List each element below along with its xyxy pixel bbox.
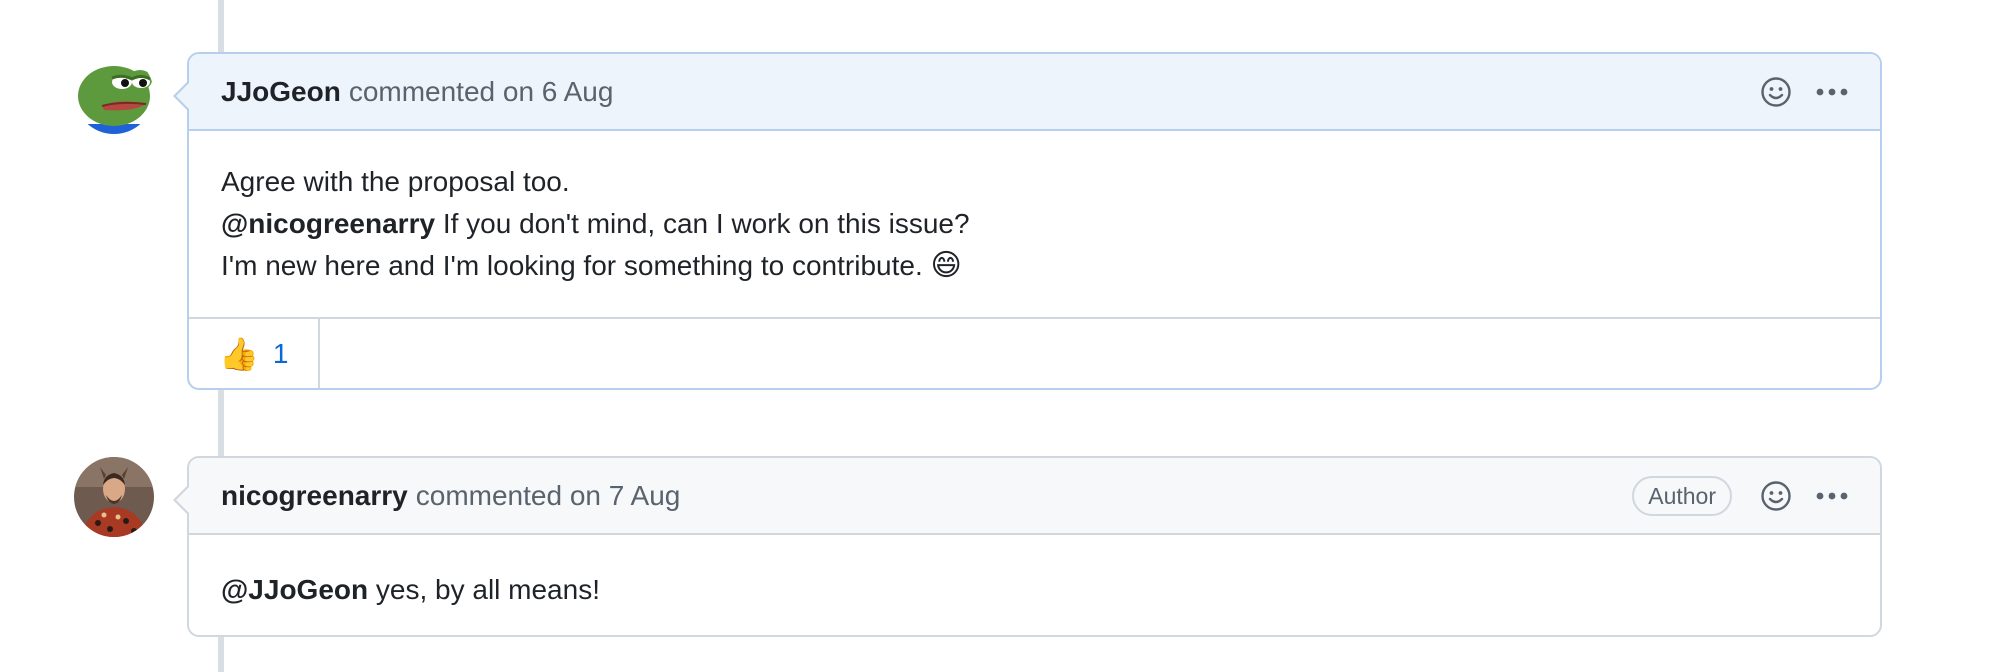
grinning-emoji: 😄 xyxy=(930,249,962,282)
author-badge: Author xyxy=(1632,475,1732,516)
comment-text: I'm new here and I'm looking for somethi… xyxy=(221,250,931,281)
comment-author[interactable]: nicogreenarry xyxy=(221,480,408,512)
user-mention-link[interactable]: @JJoGeon xyxy=(221,574,368,605)
reaction-thumbs-up-button[interactable]: 👍 1 xyxy=(189,319,321,388)
comment-line: @JJoGeon yes, by all means! xyxy=(221,569,1848,611)
comment-line: @nicogreenarry If you don't mind, can I … xyxy=(221,203,1848,245)
comment-text: yes, by all means! xyxy=(368,574,600,605)
kebab-horizontal-icon[interactable] xyxy=(1812,476,1852,516)
frog-avatar-image xyxy=(74,54,154,134)
avatar-nicogreenarry[interactable] xyxy=(74,457,154,537)
comment-body: Agree with the proposal too. @nicogreena… xyxy=(189,131,1880,317)
comment-timestamp[interactable]: commented on 7 Aug xyxy=(416,480,681,512)
person-avatar-image xyxy=(74,457,154,537)
smiley-icon[interactable] xyxy=(1756,476,1796,516)
comment-header: nicogreenarry commented on 7 Aug Author xyxy=(189,458,1880,535)
kebab-horizontal-icon[interactable] xyxy=(1812,72,1852,112)
user-mention-link[interactable]: @nicogreenarry xyxy=(221,208,435,239)
comment-line: Agree with the proposal too. xyxy=(221,166,570,197)
comment-header: JJoGeon commented on 6 Aug xyxy=(189,54,1880,131)
comment-jjogeon: JJoGeon commented on 6 Aug Agree with th… xyxy=(173,52,1882,390)
comment-author[interactable]: JJoGeon xyxy=(221,76,341,108)
smiley-icon[interactable] xyxy=(1756,72,1796,112)
comment-timestamp[interactable]: commented on 6 Aug xyxy=(349,76,614,108)
thumbs-up-emoji: 👍 xyxy=(219,335,259,372)
comment-nicogreenarry: nicogreenarry commented on 7 Aug Author … xyxy=(173,456,1882,637)
reaction-count: 1 xyxy=(272,337,289,369)
avatar-jjogeon[interactable] xyxy=(74,54,154,134)
comment-line: I'm new here and I'm looking for somethi… xyxy=(221,245,1848,287)
comment-text: If you don't mind, can I work on this is… xyxy=(435,208,970,239)
reactions-bar: 👍 1 xyxy=(189,317,1880,388)
comment-body: @JJoGeon yes, by all means! xyxy=(189,535,1880,641)
